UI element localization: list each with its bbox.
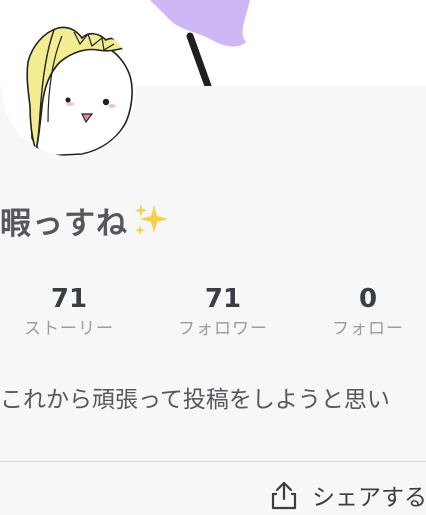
profile-stats: 71 ストーリー 71 フォロワー 0 フォロー	[0, 283, 426, 343]
stat-value: 71	[50, 284, 88, 314]
share-button[interactable]: シェアする	[268, 478, 426, 512]
username: 暇っすね	[0, 205, 128, 242]
stat-following[interactable]: 0 フォロー	[293, 283, 426, 341]
profile-avatar[interactable]	[2, 22, 136, 156]
profile-bio: これから頑張って投稿をしようと思い	[0, 387, 390, 413]
stat-stories[interactable]: 71 ストーリー	[0, 283, 144, 341]
username-row: 暇っすね	[0, 198, 170, 242]
stat-value: 71	[204, 284, 242, 314]
stat-followers[interactable]: 71 フォロワー	[148, 283, 298, 341]
stat-label: ストーリー	[24, 319, 114, 339]
divider	[0, 461, 426, 462]
sparkles-icon	[132, 201, 170, 239]
share-label: シェアする	[312, 485, 426, 511]
stat-label: フォロー	[332, 319, 404, 339]
stat-label: フォロワー	[178, 319, 268, 339]
stat-value: 0	[358, 284, 378, 314]
share-icon	[268, 479, 300, 511]
